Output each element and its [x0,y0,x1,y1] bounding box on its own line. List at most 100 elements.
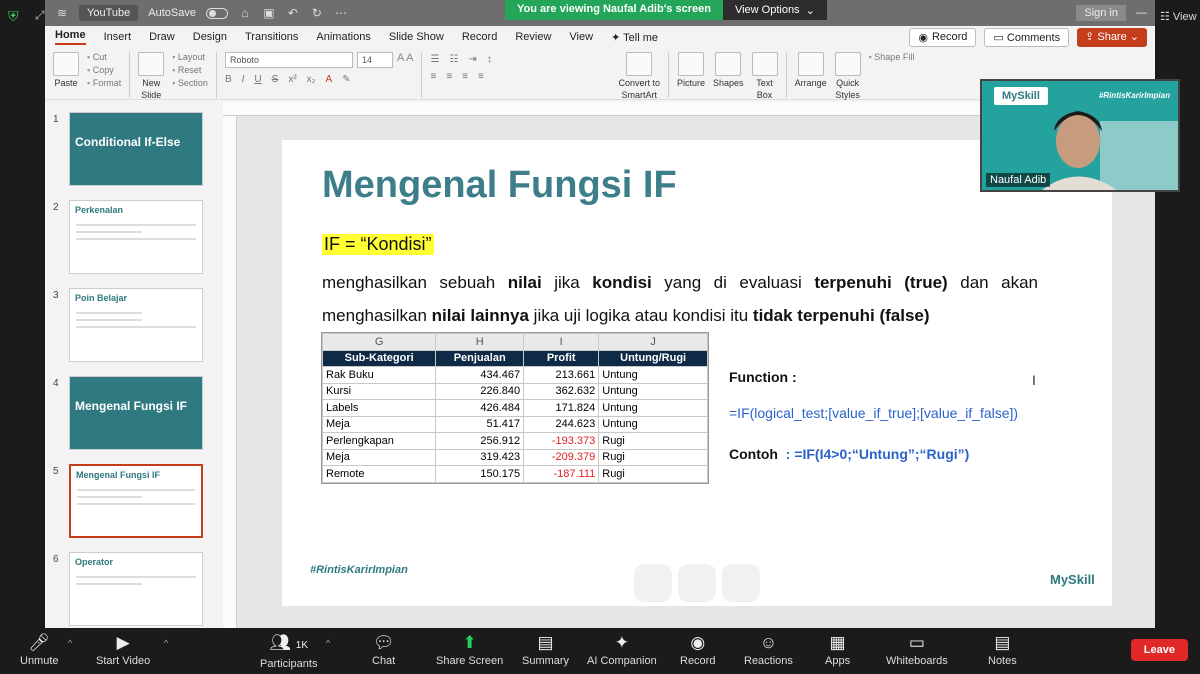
record-meeting-button[interactable]: ◉ Record [680,634,715,668]
start-video-button[interactable]: ▶︎ Start Video [96,634,150,668]
function-label[interactable]: Function : [729,369,797,385]
tab-animations[interactable]: Animations [316,31,370,43]
summary-button[interactable]: ▤ Summary [522,634,569,668]
thumbnail-text-line [76,576,196,578]
leave-button[interactable]: Leave [1130,639,1188,661]
redo-icon[interactable]: ↻ [310,6,324,20]
tab-home[interactable]: Home [55,29,86,45]
function-formula[interactable]: =IF(logical_test;[value_if_true];[value_… [729,405,1018,421]
reset-button[interactable]: Reset [172,65,208,75]
excel-table-image[interactable]: G H I J Sub-Kategori Penjualan Profit Un… [321,332,709,484]
shapes-button[interactable]: Shapes [713,52,744,88]
ai-companion-button[interactable]: ✦ AI Companion [587,634,657,668]
bold-icon[interactable]: B [225,74,232,85]
superscript-icon[interactable]: x² [288,74,296,85]
if-definition[interactable]: IF = “Kondisi” [322,234,434,255]
format-painter-button[interactable]: Format [87,78,122,88]
indent-icon[interactable]: ⇥ [468,54,476,65]
copy-button[interactable]: Copy [87,65,121,75]
share-button[interactable]: ⇪ Share ⌄ [1077,27,1147,47]
undo-icon[interactable]: ↶ [286,6,300,20]
slide-thumbnail-2[interactable]: Perkenalan [69,200,203,274]
tell-me-search[interactable]: ✦ Tell me [611,31,658,44]
picture-button[interactable]: Picture [677,52,705,88]
tab-insert[interactable]: Insert [104,31,132,43]
cell: Untung [598,415,708,433]
slide-thumbnail-5[interactable]: Mengenal Fungsi IF [69,464,203,538]
fullscreen-icon[interactable]: ⤢ [35,8,45,23]
more-icon[interactable]: ⋯ [334,6,348,20]
share-icon: ⇪ [1085,30,1095,43]
example-formula[interactable]: Contoh : =IF(I4>0;“Untung”;“Rugi”) [729,446,969,462]
numbering-icon[interactable]: ☷ [449,54,458,65]
security-shield-icon[interactable]: ⛨ [8,8,19,25]
home-icon[interactable]: ⌂ [238,6,252,20]
autosave-toggle[interactable] [205,7,228,19]
save-icon[interactable]: ▣ [262,6,276,20]
audio-options-caret[interactable]: ^ [68,638,72,648]
line-spacing-icon[interactable]: ↕ [487,54,492,65]
chat-button[interactable]: 💬︎ Chat [372,634,395,668]
ribbon-divider [668,52,670,98]
strikethrough-icon[interactable]: S [272,74,279,85]
apps-button[interactable]: ▦ Apps [825,634,850,668]
underline-icon[interactable]: U [254,74,261,85]
comments-button[interactable]: ▭ Comments [984,27,1070,47]
layout-button[interactable]: Layout [172,52,208,62]
tab-design[interactable]: Design [193,31,227,43]
presenter-webcam[interactable]: MySkill #RintisKarirImpian Naufal Adib [980,79,1180,192]
font-size-select[interactable]: 14 [356,52,393,68]
italic-icon[interactable]: I [242,74,245,85]
participants-options-caret[interactable]: ^ [326,638,330,648]
tab-view[interactable]: View [569,31,593,43]
tab-transitions[interactable]: Transitions [245,31,298,43]
paste-button[interactable]: Paste [53,52,79,88]
align-center-icon[interactable]: ≡ [446,71,452,82]
align-right-icon[interactable]: ≡ [462,71,468,82]
video-options-caret[interactable]: ^ [164,638,168,648]
highlight-icon[interactable]: ✎ [342,74,350,85]
arrange-button[interactable]: Arrange [795,52,827,88]
whiteboards-button[interactable]: ▭ Whiteboards [886,634,948,668]
share-screen-button[interactable]: ⬆ Share Screen [436,634,503,668]
youtube-chip[interactable]: YouTube [79,5,139,21]
definition-paragraph[interactable]: menghasilkan sebuah nilai jika kondisi y… [322,266,1038,332]
subscript-icon[interactable]: x₂ [307,74,316,85]
bullets-icon[interactable]: ☰ [430,54,439,65]
notes-button[interactable]: ▤ Notes [988,634,1017,668]
convert-smartart-button[interactable]: Convert to SmartArt [618,52,660,100]
slide-thumbnail-1[interactable]: Conditional If-Else [69,112,203,186]
quick-styles-button[interactable]: Quick Styles [834,52,861,100]
section-button[interactable]: Section [172,78,208,88]
reactions-button[interactable]: ☺ Reactions [744,634,793,668]
tab-draw[interactable]: Draw [149,31,175,43]
participants-button[interactable]: 👥︎ 1K Participants [260,634,317,671]
view-options-button[interactable]: View Options ⌄ [722,0,827,20]
cell: Untung [598,399,708,417]
unmute-button[interactable]: 🎤︎ Unmute [20,634,59,668]
grow-font-icon[interactable]: A A [397,52,414,68]
align-left-icon[interactable]: ≡ [430,71,436,82]
record-button[interactable]: ◉ Record [909,27,977,47]
textbox-icon [751,52,778,76]
slide-thumbnail-6[interactable]: Operator [69,552,203,626]
new-slide-button[interactable]: New Slide [138,52,165,100]
tab-record[interactable]: Record [462,31,497,43]
font-color-icon[interactable]: A [326,74,333,85]
font-name-select[interactable]: Roboto [224,52,353,68]
tab-review[interactable]: Review [515,31,551,43]
slide-thumbnail-3[interactable]: Poin Belajar [69,288,203,362]
cell: 434.467 [435,366,525,384]
slide-title[interactable]: Mengenal Fungsi IF [322,164,677,207]
minimize-icon[interactable]: — [1136,7,1147,19]
cut-button[interactable]: Cut [87,52,121,62]
current-slide[interactable]: Mengenal Fungsi IF IF = “Kondisi” mengha… [282,140,1112,606]
sign-in-button[interactable]: Sign in [1076,5,1126,21]
tab-slide-show[interactable]: Slide Show [389,31,444,43]
textbox-button[interactable]: Text Box [751,52,778,100]
justify-icon[interactable]: ≡ [478,71,484,82]
screen: ⛨ ⤢ ☷ View You are viewing Naufal Adib's… [0,0,1200,674]
shape-fill-button[interactable]: Shape Fill [869,52,914,62]
zoom-view-button[interactable]: ☷ View [1160,10,1197,23]
slide-thumbnail-4[interactable]: Mengenal Fungsi IF [69,376,203,450]
